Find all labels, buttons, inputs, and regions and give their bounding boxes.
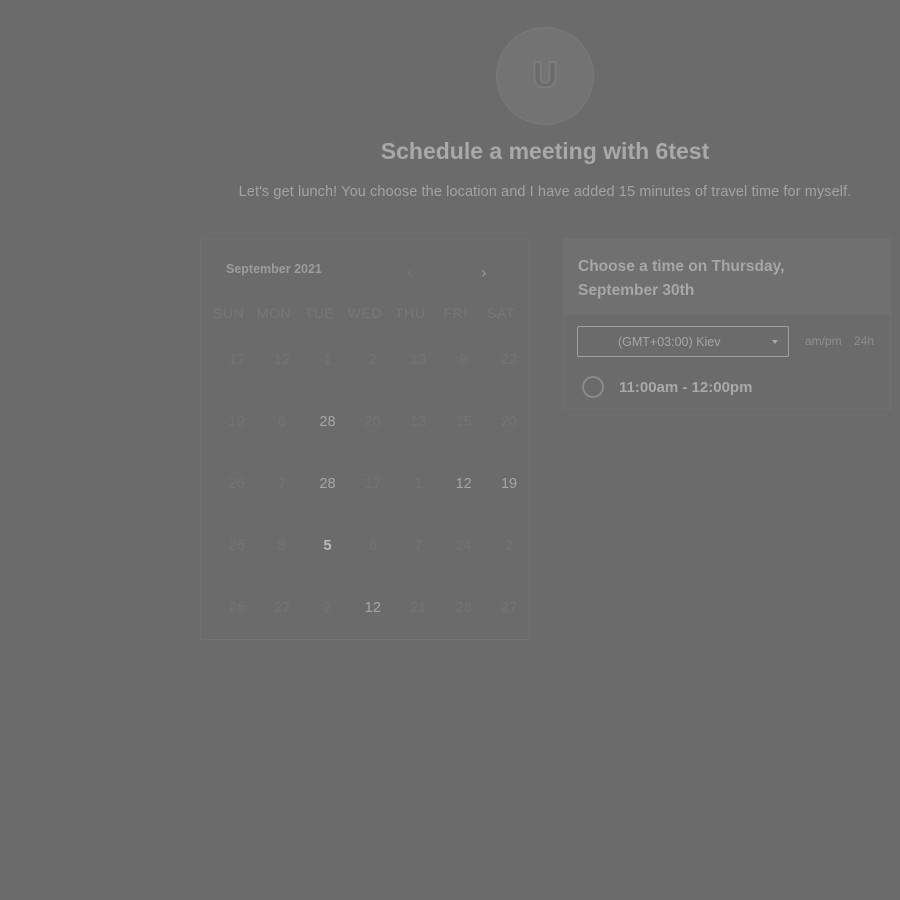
weekday-wed: WED bbox=[347, 305, 383, 321]
calendar-day: 28 bbox=[455, 600, 472, 616]
calendar-day: 9 bbox=[459, 352, 468, 368]
weekday-mon: MON bbox=[256, 305, 292, 321]
calendar-day-available[interactable]: 12 bbox=[441, 469, 486, 531]
calendar-day: 12 bbox=[274, 352, 291, 368]
timezone-value: (GMT+03:00) Kiev bbox=[618, 334, 721, 349]
calendar-day: 1 bbox=[414, 476, 423, 492]
weekday-fri: FRI bbox=[443, 305, 468, 321]
chevron-left-icon[interactable]: ‹ bbox=[400, 262, 420, 284]
page-title: Schedule a meeting with 6test bbox=[380, 138, 710, 164]
calendar-month-label: September 2021 bbox=[226, 262, 322, 276]
calendar-day: 6 bbox=[368, 538, 377, 554]
time-slot-radio[interactable] bbox=[582, 376, 604, 398]
weekday-sun: SUN bbox=[213, 305, 245, 321]
calendar-day: 6 bbox=[278, 414, 287, 430]
calendar-day: 7 bbox=[414, 538, 423, 554]
calendar-day: 26 bbox=[228, 600, 245, 616]
time-slot-label: 11:00am - 12:00pm bbox=[619, 378, 753, 396]
timezone-select[interactable]: (GMT+03:00) Kiev bbox=[577, 326, 789, 357]
calendar-day: 2 bbox=[323, 600, 332, 616]
calendar-day: 19 bbox=[228, 414, 245, 430]
calendar-day: 7 bbox=[278, 476, 287, 492]
calendar-day: 8 bbox=[278, 538, 287, 554]
avatar: U bbox=[496, 27, 594, 125]
weekday-tue: TUE bbox=[304, 305, 335, 321]
event-description: Let's get lunch! You choose the location… bbox=[238, 184, 852, 200]
time-slot[interactable]: 11:00am - 12:00pm bbox=[580, 374, 880, 400]
calendar-day: 17 bbox=[364, 476, 381, 492]
caret-down-icon bbox=[772, 340, 778, 344]
calendar-day-available[interactable]: 19 bbox=[486, 469, 531, 531]
calendar-week: 19 6 28 20 13 15 20 bbox=[214, 407, 532, 469]
weekday-sat: SAT bbox=[487, 305, 516, 321]
chevron-right-icon[interactable]: › bbox=[474, 262, 494, 284]
calendar-day: 20 bbox=[364, 414, 381, 430]
calendar-day: 27 bbox=[274, 600, 291, 616]
calendar-day: 20 bbox=[500, 414, 518, 430]
calendar-grid: 17 12 1 2 13 9 22 19 6 28 20 13 15 20 26… bbox=[214, 345, 532, 655]
calendar-day: 13 bbox=[410, 414, 427, 430]
calendar-day: 21 bbox=[410, 600, 427, 616]
calendar-day: 2 bbox=[505, 538, 514, 554]
calendar-day: 22 bbox=[500, 352, 518, 368]
calendar-day: 15 bbox=[455, 414, 472, 430]
calendar-day: 26 bbox=[228, 538, 245, 554]
calendar-day: 17 bbox=[228, 352, 245, 368]
calendar-day: 26 bbox=[228, 476, 245, 492]
calendar-week: 26 8 5 6 7 24 2 bbox=[214, 531, 532, 593]
calendar-day-selected[interactable]: 5 bbox=[305, 531, 350, 593]
calendar-day: 27 bbox=[500, 600, 518, 616]
calendar-day: 24 bbox=[455, 538, 472, 554]
calendar-day-available[interactable]: 28 bbox=[305, 407, 350, 469]
calendar-day-available[interactable]: 28 bbox=[305, 469, 350, 531]
calendar-week: 26 27 2 12 21 28 27 bbox=[214, 593, 532, 655]
calendar-day: 13 bbox=[410, 352, 427, 368]
calendar-week: 17 12 1 2 13 9 22 bbox=[214, 345, 532, 407]
weekday-header: SUN MON TUE WED THU FRI SAT bbox=[206, 305, 524, 321]
avatar-initial: U bbox=[530, 55, 560, 97]
calendar-day-available[interactable]: 12 bbox=[350, 593, 395, 655]
format-24h-toggle[interactable]: 24h bbox=[854, 334, 874, 348]
calendar-day: 2 bbox=[368, 352, 377, 368]
format-ampm-toggle[interactable]: am/pm bbox=[805, 334, 842, 348]
weekday-thu: THU bbox=[394, 305, 426, 321]
time-picker-heading: Choose a time on Thursday, September 30t… bbox=[578, 258, 785, 299]
calendar-week: 26 7 28 17 1 12 19 bbox=[214, 469, 532, 531]
calendar-day: 1 bbox=[323, 352, 332, 368]
